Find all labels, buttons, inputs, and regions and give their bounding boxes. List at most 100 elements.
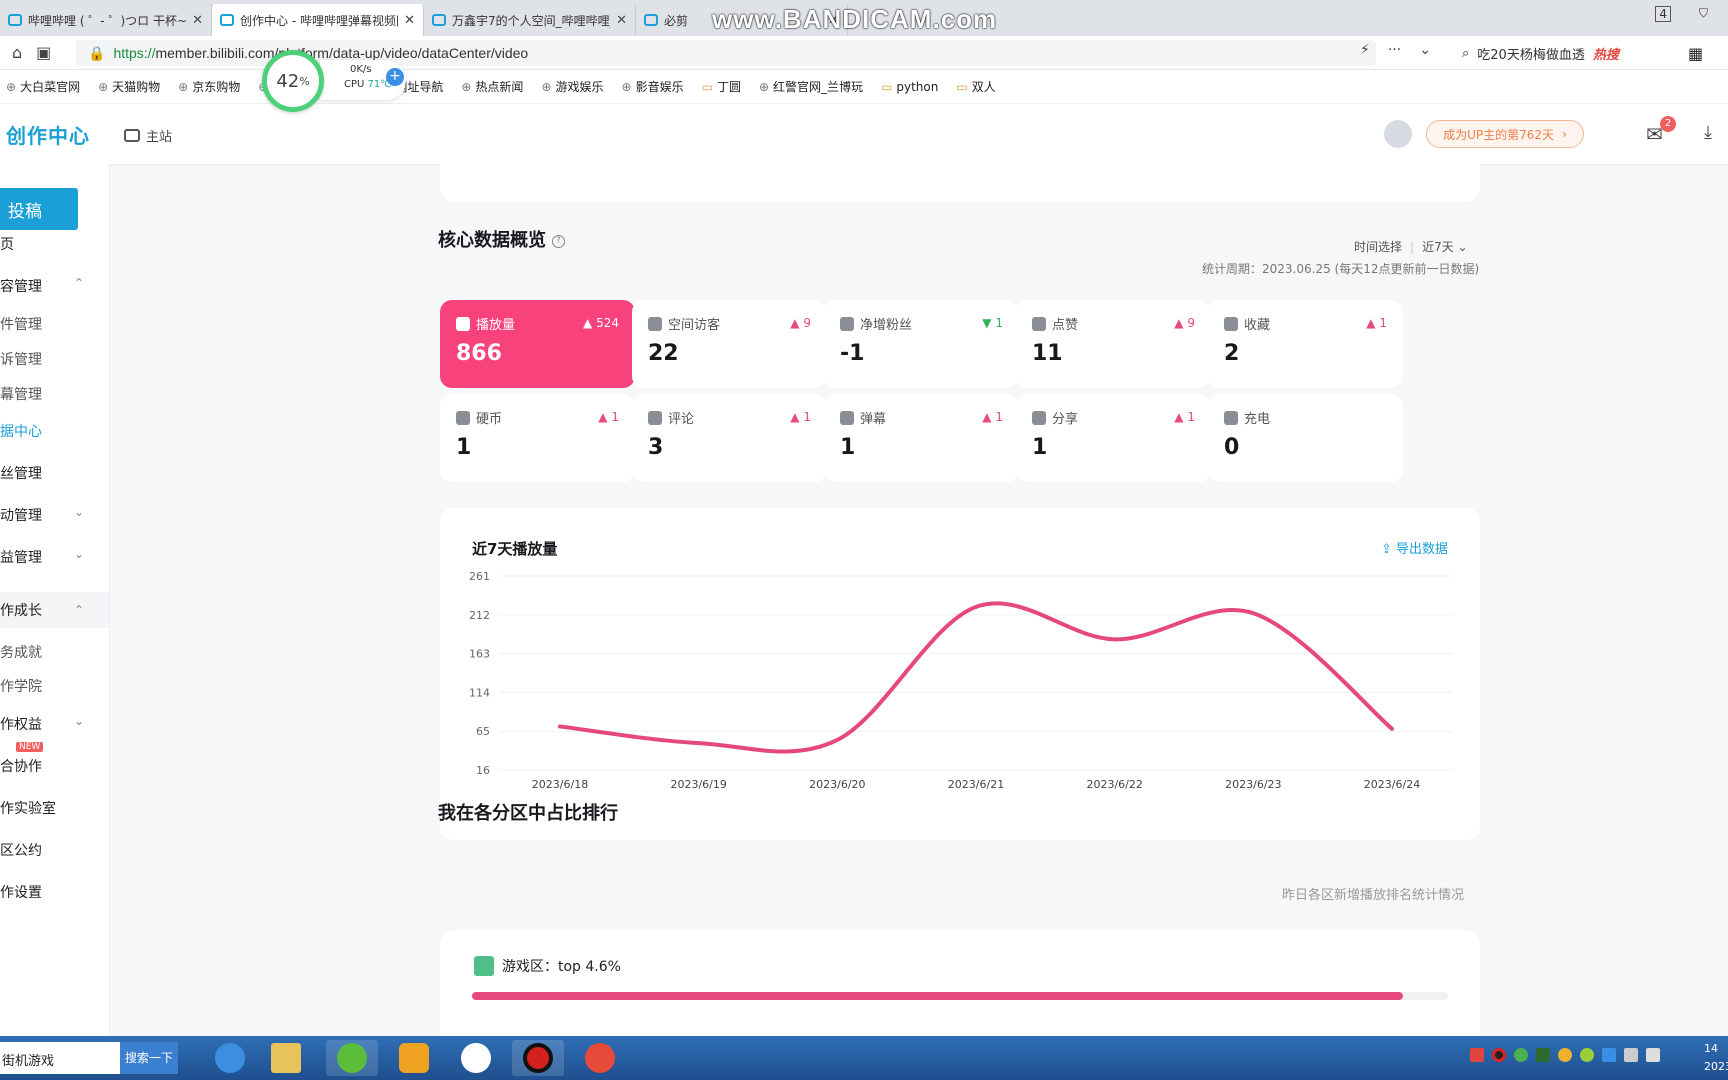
metric-card[interactable]: 充电 0 <box>1208 394 1403 482</box>
tray-icon[interactable] <box>1580 1048 1594 1062</box>
chevron-down-icon[interactable]: ⌄ <box>1419 42 1431 58</box>
apps-grid-icon[interactable]: ▦ <box>1688 44 1703 63</box>
bookmark-item[interactable]: ▭ 双人 <box>956 78 995 95</box>
sidebar-item[interactable]: 页 <box>0 234 109 254</box>
sidebar-item[interactable]: 区公约 <box>0 840 109 860</box>
bookmark-item[interactable]: ⊕ 大白菜官网 <box>6 78 80 95</box>
tab-count-badge[interactable]: 4 <box>1655 6 1671 22</box>
bookmark-item[interactable]: ▭ python <box>881 80 938 94</box>
bookmark-label: python <box>896 79 939 94</box>
mail-icon[interactable]: ✉ 2 <box>1646 116 1676 146</box>
sidebar-item[interactable]: 作学院 <box>0 676 109 696</box>
sidebar-item[interactable]: 据中心 <box>0 421 109 441</box>
main-site-link[interactable]: 主站 <box>124 126 172 145</box>
metric-name: 分享 <box>1052 412 1079 427</box>
speaker-icon[interactable] <box>1624 1048 1638 1062</box>
sidebar-item[interactable]: 作权益 ⌄ <box>0 714 109 734</box>
sidebar-item[interactable]: 作设置 <box>0 882 109 902</box>
cpu-percent-unit: % <box>299 74 310 88</box>
cloud-app-icon[interactable] <box>450 1040 502 1076</box>
bag-icon[interactable]: ▣ <box>36 43 51 62</box>
bookmarks-bar: ⊕大白菜官网⊕天猫购物⊕京东购物⊕百⊕360搜索⊕网址导航⊕热点新闻⊕游戏娱乐⊕… <box>0 70 1728 104</box>
sidebar-item[interactable]: 诉管理 <box>0 349 109 369</box>
globe-icon: ⊕ <box>621 79 632 94</box>
browser-tab[interactable]: 万鑫宇7的个人空间_哔哩哔哩_bilibili ✕ <box>424 4 636 36</box>
record-app-icon[interactable] <box>512 1040 564 1076</box>
taskbar-search-input[interactable]: 街机游戏 <box>0 1042 120 1074</box>
sidebar-item[interactable]: 合协作 NEW <box>0 742 109 776</box>
close-icon[interactable]: ✕ <box>616 13 627 28</box>
metric-card[interactable]: 评论 ▲ 1 3 <box>632 394 827 482</box>
metric-value: 3 <box>648 435 664 460</box>
metric-card[interactable]: 播放量 ▲ 524 866 <box>440 300 635 388</box>
sidebar-item[interactable]: 容管理 ⌃ <box>0 276 109 296</box>
sidebar-item[interactable]: 益管理 ⌄ <box>0 547 109 567</box>
bookmark-item[interactable]: ⊕ 红警官网_兰博玩 <box>759 78 863 95</box>
tray-icon[interactable] <box>1602 1048 1616 1062</box>
metric-name-row: 弹幕 <box>840 408 1003 427</box>
submit-button[interactable]: 投稿 <box>0 188 78 230</box>
metric-card[interactable]: 空间访客 ▲ 9 22 <box>632 300 827 388</box>
globe-icon: ⊕ <box>98 79 109 94</box>
metric-card[interactable]: 点赞 ▲ 9 11 <box>1016 300 1211 388</box>
download-icon[interactable]: ⤓ <box>1704 122 1712 143</box>
more-icon[interactable]: ··· <box>1388 42 1401 58</box>
overview-title: 核心数据概览 <box>438 230 546 251</box>
avatar[interactable] <box>1384 120 1412 148</box>
bookmark-item[interactable]: ⊕ 天猫购物 <box>98 78 160 95</box>
sidebar-item[interactable]: 作成长 ⌃ <box>0 592 109 628</box>
browser-app-icon[interactable] <box>326 1040 378 1076</box>
tray-icon[interactable] <box>1536 1048 1550 1062</box>
sidebar-item[interactable]: 作实验室 <box>0 798 109 818</box>
bookmark-item[interactable]: ⊕ 影音娱乐 <box>622 78 684 95</box>
metric-value: 2 <box>1224 341 1240 366</box>
up-days-badge[interactable]: 成为UP主的第762天 › <box>1426 120 1584 148</box>
tray-icon[interactable] <box>1492 1048 1506 1062</box>
close-icon[interactable]: ✕ <box>404 13 415 28</box>
sidebar-item-label: 页 <box>0 237 14 253</box>
ranking-note: 昨日各区新增播放排名统计情况 <box>1282 888 1465 903</box>
browser-tab[interactable]: 哔哩哔哩 ( ゜- ゜)つロ 干杯~-bilibili ✕ <box>0 4 212 36</box>
tray-icon[interactable] <box>1558 1048 1572 1062</box>
home-icon[interactable]: ⌂ <box>12 43 22 62</box>
bookmark-item[interactable]: ▭ 丁圆 <box>702 78 741 95</box>
metric-card[interactable]: 收藏 ▲ 1 2 <box>1208 300 1403 388</box>
metric-card[interactable]: 净增粉丝 ▼ 1 -1 <box>824 300 1019 388</box>
tray-icon[interactable] <box>1470 1048 1484 1062</box>
ie-icon[interactable] <box>204 1040 256 1076</box>
media-app-icon[interactable] <box>388 1040 440 1076</box>
bilibili-tab-icon <box>220 14 234 26</box>
taskbar-search-button[interactable]: 搜索一下 <box>120 1042 178 1074</box>
bookmark-item[interactable]: ⊕ 热点新闻 <box>461 78 523 95</box>
help-icon[interactable]: ? <box>552 234 565 248</box>
lightning-icon[interactable]: ⚡ <box>1360 42 1370 58</box>
time-selector[interactable]: 时间选择 | 近7天 ⌄ <box>1354 238 1468 255</box>
metric-card[interactable]: 硬币 ▲ 11 <box>440 394 635 482</box>
sidebar-item[interactable]: 务成就 <box>0 642 109 662</box>
add-icon[interactable]: + <box>386 68 404 86</box>
browser-tab[interactable]: 创作中心 - 哔哩哔哩弹幕视频网 ✕ <box>212 4 424 36</box>
tray-icon[interactable] <box>1514 1048 1528 1062</box>
series-line[interactable] <box>558 601 1394 754</box>
taskbar-clock[interactable]: 14 2023 <box>1704 1040 1728 1076</box>
metric-card[interactable]: 弹幕 ▲ 11 <box>824 394 1019 482</box>
cpu-widget[interactable]: 0K/s CPU 71℃ 42% + <box>262 50 412 112</box>
sidebar-item[interactable]: 幕管理 <box>0 384 109 404</box>
sidebar-item[interactable]: 丝管理 <box>0 463 109 483</box>
sidebar-item[interactable]: 动管理 ⌄ <box>0 505 109 525</box>
globe-icon: ⊕ <box>178 79 189 94</box>
arrow-down-icon: ▼ <box>982 316 992 330</box>
bookmark-item[interactable]: ⊕ 游戏娱乐 <box>541 78 603 95</box>
game-app-icon[interactable] <box>574 1040 626 1076</box>
browser-search-box[interactable]: ⌕ 吃20天杨梅做血透 热搜 <box>1462 40 1672 66</box>
metric-card[interactable]: 分享 ▲ 11 <box>1016 394 1211 482</box>
file-explorer-icon[interactable] <box>260 1040 312 1076</box>
sidebar-item[interactable]: 件管理 <box>0 314 109 334</box>
brand-title[interactable]: 创作中心 <box>6 120 90 149</box>
x-tick-label: 2023/6/19 <box>670 778 726 791</box>
visitor-icon <box>648 316 662 331</box>
close-icon[interactable]: ✕ <box>192 13 203 28</box>
shirt-icon[interactable]: ⛉ <box>1699 6 1708 22</box>
network-icon[interactable] <box>1646 1048 1660 1062</box>
bookmark-item[interactable]: ⊕ 京东购物 <box>178 78 240 95</box>
